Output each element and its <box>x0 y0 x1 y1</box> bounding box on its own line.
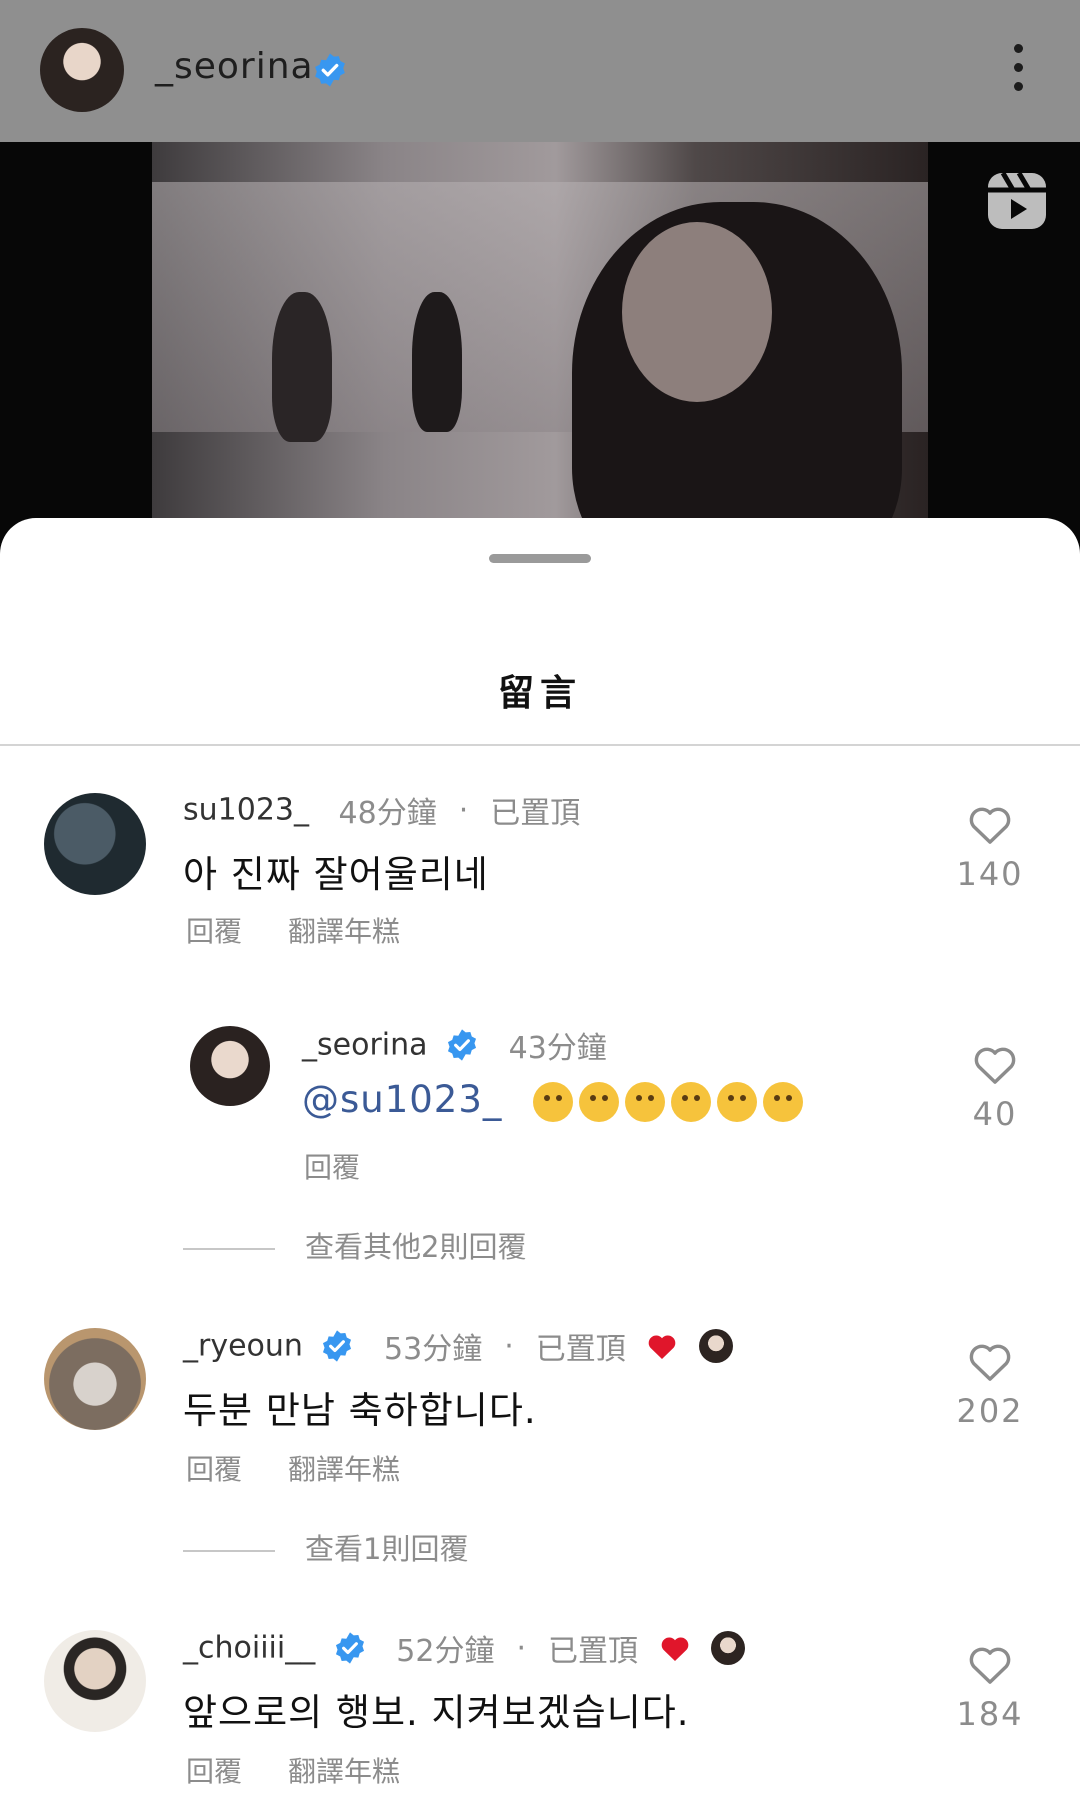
emoji-peek-icon <box>717 1081 758 1122</box>
comment-time: 48分鐘 <box>338 796 437 831</box>
view-more-replies[interactable]: 查看1則回覆 <box>183 1526 468 1568</box>
avatar[interactable] <box>44 1328 146 1430</box>
comments-sheet: 留言 su1023_ 48分鐘 · 已置頂 아 진짜 잘어울리네 回覆 翻譯年糕 14… <box>0 518 1080 1814</box>
verified-badge-icon <box>335 1632 364 1664</box>
comment-time: 53分鐘 <box>384 1332 483 1367</box>
comment-text: 두분 만남 축하합니다. <box>183 1389 537 1432</box>
comment-time: 52分鐘 <box>396 1634 495 1669</box>
avatar[interactable] <box>44 793 146 895</box>
comment-actions: 回覆 翻譯年糕 <box>186 1750 400 1790</box>
emoji-smile-icon <box>671 1081 712 1122</box>
heart-outline-icon <box>969 807 1011 844</box>
comment-text: @su1023_ <box>302 1078 804 1122</box>
video-frame <box>152 142 928 562</box>
like-count: 202 <box>956 1392 1024 1430</box>
comment-meta: _seorina 43分鐘 <box>302 1023 607 1067</box>
like-button[interactable]: 184 <box>950 1643 1030 1733</box>
like-button[interactable]: 40 <box>955 1043 1035 1133</box>
reply-button[interactable]: 回覆 <box>186 1755 242 1788</box>
heart-filled-icon <box>661 1637 688 1661</box>
reel-video[interactable] <box>0 142 1080 562</box>
comment-username[interactable]: _choiiii__ <box>183 1631 315 1666</box>
emoji-smile-icon <box>625 1081 666 1122</box>
profile-avatar[interactable] <box>40 28 124 112</box>
sheet-title: 留言 <box>497 673 582 714</box>
like-button[interactable]: 140 <box>950 803 1030 893</box>
more-options-icon[interactable] <box>1000 44 1036 96</box>
verified-badge-icon <box>315 53 345 87</box>
pinned-label: 已置頂 <box>490 796 581 831</box>
comment-username[interactable]: _ryeoun <box>183 1329 303 1364</box>
creator-avatar <box>711 1631 746 1665</box>
profile-username[interactable]: _seorina <box>155 46 314 87</box>
like-count: 140 <box>956 855 1024 893</box>
comment-meta: _choiiii__ 52分鐘 · 已置頂 <box>183 1626 746 1670</box>
creator-avatar <box>698 1329 733 1363</box>
comment-username[interactable]: _seorina <box>302 1028 428 1063</box>
pinned-label: 已置頂 <box>535 1332 626 1367</box>
emoji-laughing-icon <box>533 1081 574 1122</box>
verified-badge-icon <box>323 1330 352 1362</box>
comment-username[interactable]: su1023_ <box>183 793 309 828</box>
comment-meta: _ryeoun 53分鐘 · 已置頂 <box>183 1324 733 1368</box>
comment-text: 앞으로의 행보. 지켜보겠습니다. <box>183 1691 690 1734</box>
pinned-label: 已置頂 <box>548 1634 639 1669</box>
sheet-drag-handle[interactable] <box>489 554 591 563</box>
mention-link[interactable]: @su1023_ <box>302 1078 502 1121</box>
heart-filled-icon <box>649 1335 676 1359</box>
comment-actions: 回覆 <box>304 1146 360 1186</box>
reply-button[interactable]: 回覆 <box>186 1453 242 1486</box>
view-more-replies[interactable]: 查看其他2則回覆 <box>183 1224 526 1266</box>
reply-button[interactable]: 回覆 <box>186 915 242 948</box>
comment-actions: 回覆 翻譯年糕 <box>186 910 400 950</box>
divider <box>0 744 1080 746</box>
translate-button[interactable]: 翻譯年糕 <box>288 1453 400 1486</box>
reply-button[interactable]: 回覆 <box>304 1151 360 1184</box>
comment-time: 43分鐘 <box>508 1031 607 1066</box>
comment-actions: 回覆 翻譯年糕 <box>186 1448 400 1488</box>
comment-meta: su1023_ 48分鐘 · 已置頂 <box>183 792 581 832</box>
verified-badge-icon <box>448 1029 477 1061</box>
emoji-melt-icon <box>763 1081 804 1122</box>
heart-outline-icon <box>969 1647 1011 1684</box>
heart-outline-icon <box>974 1047 1016 1084</box>
post-header: _seorina <box>0 0 1080 142</box>
heart-outline-icon <box>969 1344 1011 1381</box>
emoji-laughing-icon <box>579 1081 620 1122</box>
like-count: 40 <box>972 1095 1018 1133</box>
avatar[interactable] <box>190 1026 270 1106</box>
translate-button[interactable]: 翻譯年糕 <box>288 915 400 948</box>
like-button[interactable]: 202 <box>950 1340 1030 1430</box>
like-count: 184 <box>956 1695 1024 1733</box>
avatar[interactable] <box>44 1630 146 1732</box>
translate-button[interactable]: 翻譯年糕 <box>288 1755 400 1788</box>
reels-icon[interactable] <box>985 170 1049 232</box>
comment-text: 아 진짜 잘어울리네 <box>183 853 489 896</box>
